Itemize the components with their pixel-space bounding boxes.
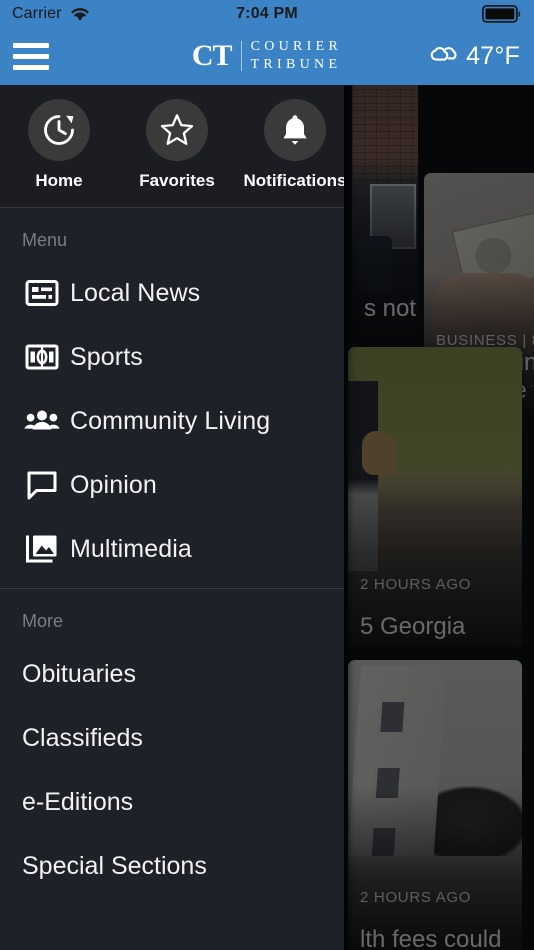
- quick-action-label: Notifications: [243, 171, 344, 190]
- history-clock-icon: [28, 99, 90, 161]
- sidebar-item-label: Special Sections: [22, 851, 207, 880]
- status-bar: Carrier 7:04 PM: [0, 0, 534, 27]
- quick-action-label: Home: [35, 171, 83, 190]
- sidebar-item-obituaries[interactable]: Obituaries: [0, 642, 344, 706]
- sidebar-item-label: Local News: [70, 278, 201, 307]
- sidebar-item-special-sections[interactable]: Special Sections: [0, 834, 344, 898]
- logo-divider: [240, 41, 242, 71]
- logo-monogram: CT: [191, 39, 233, 72]
- sidebar-item-e-editions[interactable]: e-Editions: [0, 770, 344, 834]
- sidebar-item-classifieds[interactable]: Classifieds: [0, 706, 344, 770]
- weather-temperature: 47°F: [466, 41, 520, 70]
- menu-section-header: Menu: [22, 230, 68, 250]
- sidebar-item-local-news[interactable]: Local News: [0, 261, 344, 325]
- sidebar-item-community-living[interactable]: Community Living: [0, 389, 344, 453]
- people-group-icon: [14, 407, 70, 435]
- hamburger-menu-icon[interactable]: [0, 27, 62, 85]
- carrier-label: Carrier: [12, 4, 62, 22]
- quick-action-label: Favorites: [139, 171, 215, 190]
- more-section-header: More: [22, 611, 64, 631]
- logo-line-tribune: TRIBUNE: [250, 56, 342, 72]
- quick-action-favorites[interactable]: Favorites: [118, 99, 236, 191]
- sidebar-item-sports[interactable]: Sports: [0, 325, 344, 389]
- weather-widget[interactable]: 47°F: [425, 42, 520, 71]
- sports-field-icon: [14, 342, 70, 372]
- sidebar-item-multimedia[interactable]: Multimedia: [0, 517, 344, 581]
- app-root: s not BUSINESS | 8 H State minim increas…: [0, 0, 534, 950]
- sidebar-item-label: Multimedia: [70, 534, 192, 563]
- battery-full-icon: [482, 4, 522, 23]
- sidebar-item-label: Obituaries: [22, 659, 136, 688]
- quick-actions-row: Home Favorites Notifications: [0, 85, 344, 208]
- cloud-icon: [425, 43, 459, 69]
- star-outline-icon: [146, 99, 208, 161]
- sidebar-item-label: e-Editions: [22, 787, 134, 816]
- navigation-drawer: Home Favorites Notifications Menu Local …: [0, 85, 344, 950]
- bell-icon: [264, 99, 326, 161]
- wifi-icon: [69, 5, 91, 22]
- photo-library-icon: [14, 533, 70, 565]
- sidebar-item-label: Sports: [70, 342, 143, 371]
- logo-line-courier: COURIER: [250, 39, 343, 55]
- sidebar-item-label: Community Living: [70, 406, 271, 435]
- speech-bubble-icon: [14, 469, 70, 501]
- article-card-icon: [14, 278, 70, 308]
- sidebar-item-opinion[interactable]: Opinion: [0, 453, 344, 517]
- quick-action-notifications[interactable]: Notifications: [236, 99, 344, 191]
- sidebar-item-label: Opinion: [70, 470, 157, 499]
- app-header: CT COURIER TRIBUNE 47°F: [0, 27, 534, 85]
- quick-action-home[interactable]: Home: [0, 99, 118, 191]
- clock-label: 7:04 PM: [236, 4, 298, 22]
- sidebar-item-label: Classifieds: [22, 723, 143, 752]
